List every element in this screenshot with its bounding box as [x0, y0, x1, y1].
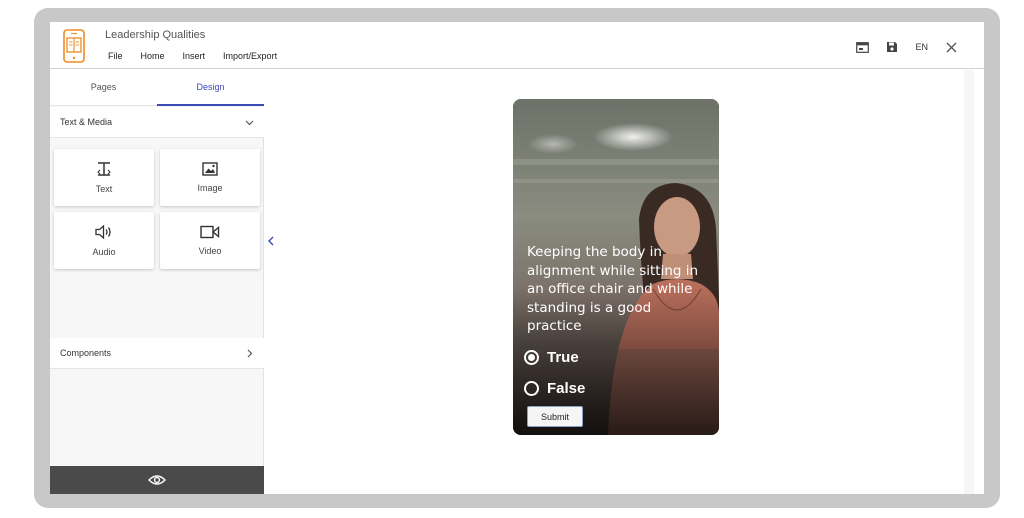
menu-bar: File Home Insert Import/Export	[108, 51, 295, 61]
app-title: Leadership Qualities	[105, 29, 206, 41]
section-text-media-label: Text & Media	[60, 117, 113, 127]
radio-selected-icon[interactable]	[524, 350, 539, 365]
tile-audio[interactable]: Audio	[54, 212, 154, 269]
chevron-right-icon	[245, 338, 254, 369]
save-icon[interactable]	[885, 40, 899, 54]
audio-icon	[95, 224, 111, 240]
section-text-media[interactable]: Text & Media	[50, 107, 264, 138]
option-true[interactable]: True	[524, 349, 579, 366]
submit-button[interactable]: Submit	[527, 406, 583, 427]
radio-unselected-icon[interactable]	[524, 381, 539, 396]
preview-bar[interactable]	[50, 466, 264, 494]
tab-pages[interactable]: Pages	[50, 70, 157, 106]
close-icon[interactable]	[944, 40, 958, 54]
header-actions: EN	[855, 40, 958, 54]
preview-window-icon[interactable]	[855, 40, 869, 54]
menu-home[interactable]: Home	[141, 51, 165, 61]
tile-video-label: Video	[198, 246, 222, 256]
tile-audio-label: Audio	[92, 247, 116, 257]
tile-text-label: Text	[95, 184, 113, 194]
app-logo-icon	[62, 28, 86, 64]
eye-icon	[148, 475, 166, 485]
collapse-sidebar-icon[interactable]	[265, 228, 277, 254]
section-components[interactable]: Components	[50, 338, 264, 369]
menu-import-export[interactable]: Import/Export	[223, 51, 277, 61]
text-icon	[97, 162, 111, 176]
tab-design[interactable]: Design	[157, 70, 264, 106]
language-selector[interactable]: EN	[915, 42, 928, 52]
option-false-label: False	[547, 380, 586, 397]
sidebar-tabs: Pages Design	[50, 70, 264, 106]
question-text: Keeping the body in alignment while sitt…	[527, 244, 699, 334]
design-sidebar: Pages Design Text & Media Text Image Aud…	[50, 70, 264, 494]
image-icon	[202, 162, 218, 176]
vertical-scrollbar[interactable]	[964, 70, 974, 494]
app-header: Leadership Qualities File Home Insert Im…	[50, 22, 984, 69]
tile-video[interactable]: Video	[160, 212, 260, 269]
menu-insert[interactable]: Insert	[183, 51, 206, 61]
tile-image[interactable]: Image	[160, 149, 260, 206]
option-false[interactable]: False	[524, 380, 585, 397]
tile-image-label: Image	[197, 183, 223, 193]
video-icon	[200, 225, 220, 239]
tile-text[interactable]: Text	[54, 149, 154, 206]
chevron-down-icon	[245, 107, 254, 138]
menu-file[interactable]: File	[108, 51, 123, 61]
app-window: Leadership Qualities File Home Insert Im…	[50, 22, 984, 494]
question-card: Keeping the body in alignment while sitt…	[513, 99, 719, 435]
option-true-label: True	[547, 349, 579, 366]
section-components-label: Components	[60, 348, 112, 358]
